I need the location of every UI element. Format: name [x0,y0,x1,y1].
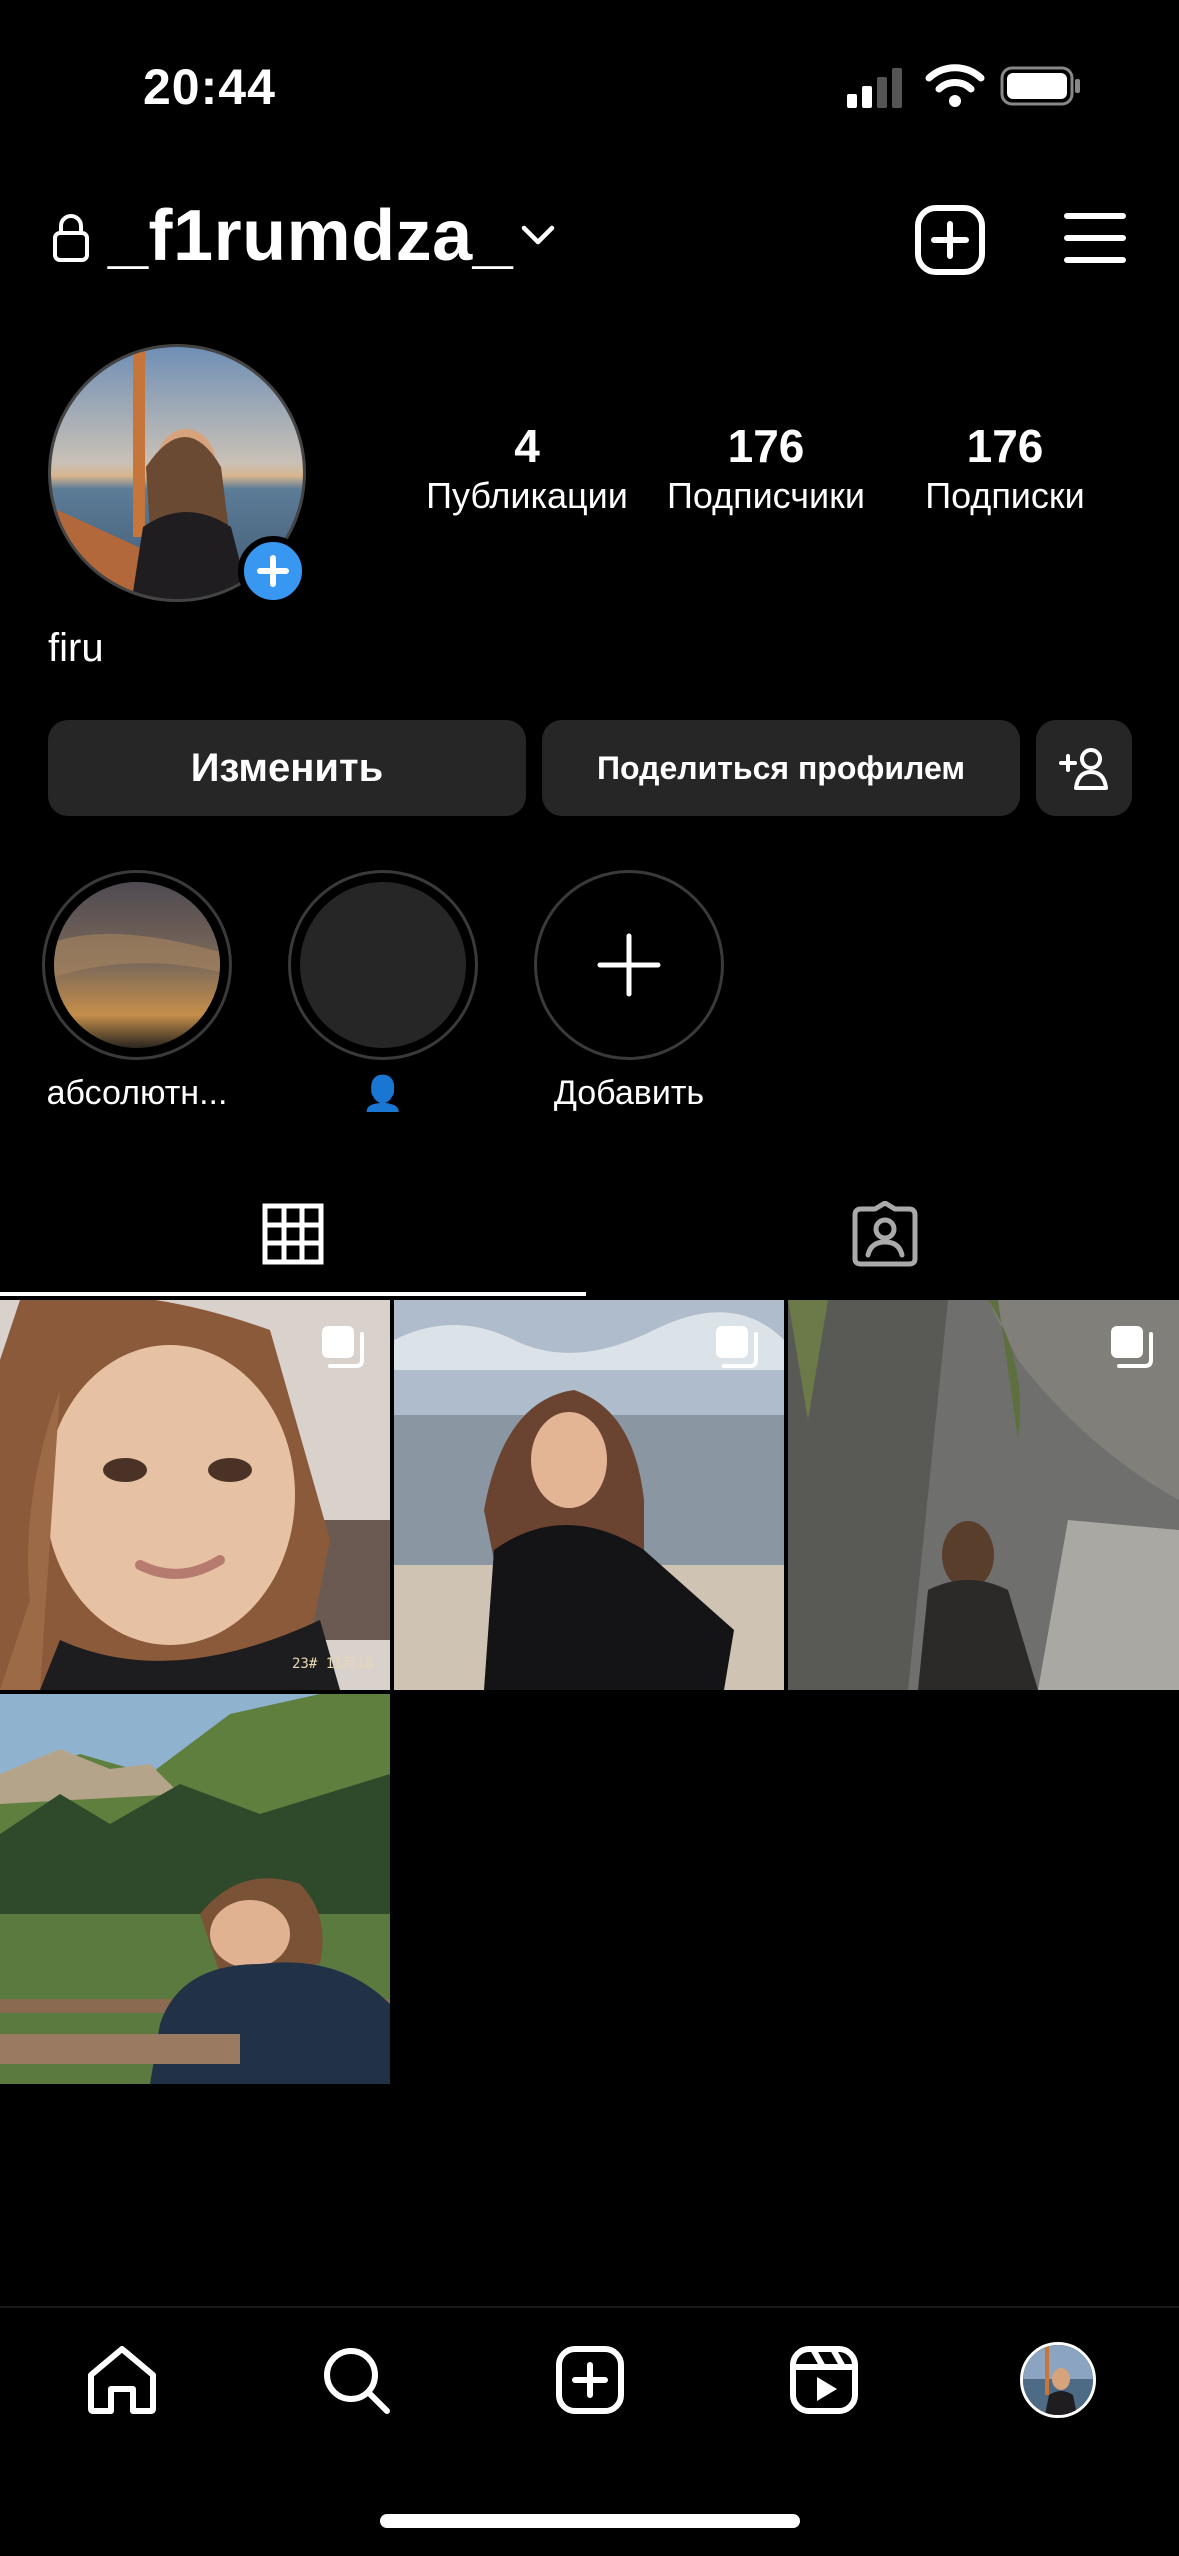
grid-icon [262,1203,324,1265]
share-profile-button[interactable]: Поделиться профилем [542,720,1020,816]
reels-icon [790,2346,858,2414]
lock-icon [53,214,89,262]
discover-people-button[interactable] [1036,720,1132,816]
highlight-item[interactable]: абсолютн... [42,870,232,1113]
stat-following[interactable]: 176 Подписки [895,418,1115,518]
post-image [0,1694,390,2084]
tab-posts-grid[interactable] [0,1170,586,1298]
tab-tagged[interactable] [590,1170,1179,1298]
post-thumbnail[interactable] [0,1694,390,2084]
add-story-button[interactable] [238,536,308,606]
plus-square-icon[interactable] [914,204,986,276]
stat-following-label: Подписки [925,475,1085,516]
stat-posts[interactable]: 4 Публикации [417,418,637,518]
highlight-label: абсолютн... [46,1074,228,1112]
hamburger-menu-icon[interactable] [1064,208,1126,268]
chevron-down-icon[interactable] [520,222,556,248]
highlight-cover-image [54,882,220,1048]
new-highlight-button[interactable]: Добавить [534,870,724,1113]
profile-avatar [1020,2342,1096,2418]
avatar-photo [1023,2345,1093,2415]
nav-profile[interactable] [1018,2340,1098,2420]
stat-following-count: 176 [966,420,1044,472]
stat-followers-label: Подписчики [666,475,866,516]
stat-followers[interactable]: 176 Подписчики [656,418,876,518]
tagged-person-icon [852,1201,917,1267]
home-icon [88,2346,156,2414]
profile-username[interactable]: _f1rumdza_ [108,196,513,276]
search-icon [324,2348,390,2414]
create-icon [556,2346,624,2414]
edit-profile-button[interactable]: Изменить [48,720,526,816]
bottom-nav-divider [0,2306,1179,2308]
add-person-icon [1059,748,1108,790]
highlight-cover [54,882,220,1048]
post-date-stamp: 23# 11月18 [292,1656,373,1672]
status-time: 20:44 [143,59,276,115]
wifi-icon [925,64,985,107]
carousel-icon [1111,1326,1153,1368]
nav-reels[interactable] [784,2340,864,2420]
highlight-item[interactable]: 👤 [288,870,478,1114]
active-tab-indicator [0,1292,586,1296]
carousel-icon [716,1326,758,1368]
nav-search[interactable] [316,2340,396,2420]
display-name: firu [48,626,104,670]
post-thumbnail[interactable] [394,1300,784,1690]
nav-home[interactable] [82,2340,162,2420]
highlight-ring [42,870,232,1060]
home-indicator [380,2514,800,2528]
plus-icon [597,933,661,997]
highlight-ring [288,870,478,1060]
battery-icon [1000,66,1080,106]
post-thumbnail[interactable]: 23# 11月18 [0,1300,390,1690]
nav-create[interactable] [550,2340,630,2420]
stat-posts-count: 4 [514,420,540,472]
stat-followers-count: 176 [727,420,805,472]
highlight-cover [300,882,466,1048]
carousel-icon [322,1326,364,1368]
post-thumbnail[interactable] [788,1300,1179,1690]
highlight-label: 👤 [361,1075,405,1113]
plus-icon [257,555,289,587]
stat-posts-label: Публикации [426,475,628,516]
highlight-ring [534,870,724,1060]
cellular-signal-icon [847,68,902,108]
highlight-label: Добавить [553,1074,705,1112]
